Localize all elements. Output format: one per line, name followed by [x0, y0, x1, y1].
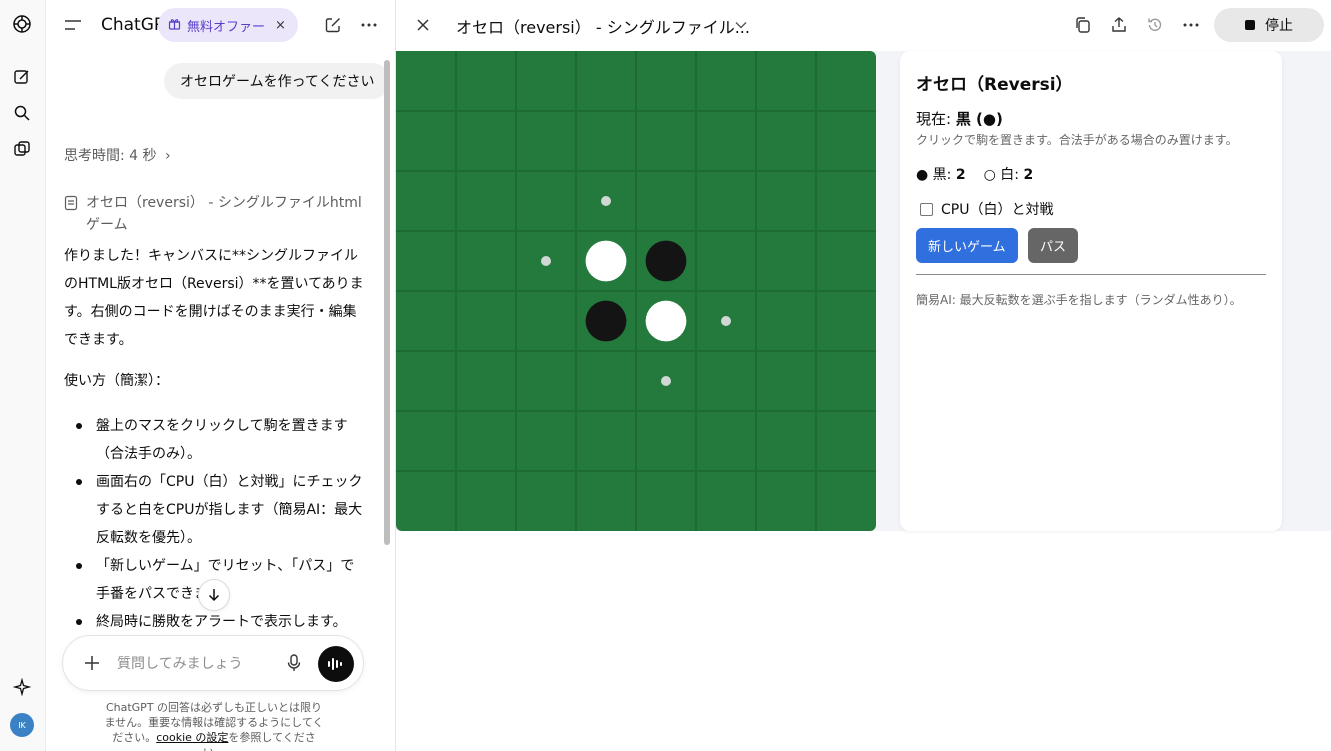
- chat-scrollbar[interactable]: [384, 60, 390, 545]
- black-score-label: ● 黒:: [916, 167, 956, 183]
- brand-title[interactable]: ChatGP: [101, 15, 164, 35]
- cpu-toggle[interactable]: CPU（白）と対戦: [920, 199, 1053, 219]
- chat-column: ChatGP 無料オファー × オセロゲームを作ってください 思考時間: 4 秒…: [46, 0, 396, 751]
- more-options-icon[interactable]: [1180, 14, 1202, 36]
- white-piece: [645, 300, 687, 342]
- icon-rail: IK: [0, 0, 46, 751]
- history-icon[interactable]: [1144, 14, 1166, 36]
- scroll-down-button[interactable]: [198, 579, 230, 611]
- close-icon[interactable]: [412, 14, 434, 36]
- thinking-time[interactable]: 思考時間: 4 秒 ›: [64, 145, 171, 165]
- arrow-down-icon: [208, 589, 220, 602]
- waveform-icon: [328, 658, 342, 670]
- offer-label: 無料オファー: [187, 19, 266, 35]
- black-piece: [585, 300, 627, 342]
- canvas-header: オセロ（reversi） - シングルファイル... 停止: [396, 0, 1331, 50]
- microphone-icon[interactable]: [283, 652, 305, 674]
- avatar[interactable]: IK: [10, 713, 34, 737]
- black-piece: [645, 240, 687, 282]
- sidebar-toggle-icon[interactable]: [62, 14, 84, 36]
- pass-button[interactable]: パス: [1028, 228, 1079, 263]
- gift-icon: [168, 17, 181, 34]
- chevron-right-icon: ›: [164, 148, 171, 164]
- search-icon[interactable]: [11, 102, 33, 124]
- compose-icon[interactable]: [322, 14, 344, 36]
- board-canvas[interactable]: [396, 51, 876, 531]
- cookie-settings-link[interactable]: cookie の設定: [156, 731, 228, 744]
- sparkle-icon[interactable]: [11, 676, 33, 698]
- chevron-down-icon[interactable]: [732, 15, 750, 35]
- library-icon[interactable]: [11, 138, 33, 160]
- more-options-icon[interactable]: [358, 14, 380, 36]
- stop-button[interactable]: 停止: [1214, 8, 1324, 42]
- canvas-reference-title: オセロ（reversi） - シングルファイルhtmlゲーム: [86, 195, 362, 233]
- divider: [916, 274, 1266, 275]
- legal-move-marker[interactable]: [661, 376, 671, 386]
- turn-label: 現在:: [916, 110, 956, 128]
- document-icon: [64, 195, 78, 236]
- free-offer-badge[interactable]: 無料オファー ×: [158, 8, 298, 42]
- game-preview: オセロ（Reversi） 現在: 黒 (●) クリックで駒を置きます。合法手があ…: [396, 51, 1331, 531]
- new-game-button[interactable]: 新しいゲーム: [916, 228, 1018, 263]
- cpu-label: CPU（白）と対戦: [941, 202, 1054, 218]
- voice-mode-button[interactable]: [318, 646, 354, 682]
- ai-note: 簡易AI: 最大反転数を選ぶ手を指します（ランダム性あり）。: [916, 293, 1242, 307]
- assistant-reply: 作りました！キャンバスに**シングルファイルのHTML版オセロ（Reversi）…: [64, 248, 364, 348]
- offer-close-icon[interactable]: ×: [275, 18, 286, 33]
- legal-move-marker[interactable]: [601, 196, 611, 206]
- legal-move-marker[interactable]: [721, 316, 731, 326]
- thinking-label: 思考時間: 4 秒: [64, 148, 157, 164]
- canvas-panel: オセロ（reversi） - シングルファイル... 停止 オセロ（Revers…: [396, 0, 1331, 751]
- score: ● 黒: 2 ○ 白: 2: [916, 164, 1033, 184]
- app-window: IK ChatGP 無料オファー × オセロゲームを作ってください 思考時間: …: [0, 0, 1331, 751]
- plus-icon[interactable]: [81, 652, 103, 674]
- white-score-value: 2: [1023, 167, 1034, 183]
- message-input[interactable]: [117, 652, 277, 676]
- canvas-reference[interactable]: オセロ（reversi） - シングルファイルhtmlゲーム: [64, 192, 369, 236]
- share-icon[interactable]: [1108, 14, 1130, 36]
- current-turn: 現在: 黒 (●): [916, 108, 1003, 129]
- stop-icon: [1245, 20, 1255, 30]
- list-item: 盤上のマスをクリックして駒を置きます（合法手のみ）。: [76, 412, 366, 468]
- canvas-title[interactable]: オセロ（reversi） - シングルファイル...: [456, 14, 750, 38]
- legal-move-marker[interactable]: [541, 256, 551, 266]
- list-item: 画面右の「CPU（白）と対戦」にチェックすると白をCPUが指します（簡易AI：最…: [76, 468, 366, 552]
- game-title: オセロ（Reversi）: [916, 75, 1073, 95]
- user-message: オセロゲームを作ってください: [164, 63, 391, 99]
- white-piece: [585, 240, 627, 282]
- cpu-checkbox[interactable]: [920, 202, 933, 216]
- list-item: 終局時に勝敗をアラートで表示します。: [76, 608, 366, 636]
- game-hint: クリックで駒を置きます。合法手がある場合のみ置けます。: [916, 133, 1238, 147]
- new-chat-icon[interactable]: [11, 66, 33, 88]
- disclaimer: ChatGPT の回答は必ずしも正しいとは限りません。重要な情報は確認するように…: [104, 700, 324, 751]
- black-score-value: 2: [955, 167, 966, 183]
- stop-label: 停止: [1265, 18, 1293, 34]
- black-score: ● 黒: 2: [916, 164, 966, 184]
- turn-value: 黒 (●): [955, 110, 1003, 128]
- chat-header: ChatGP 無料オファー ×: [46, 0, 395, 50]
- howto-title: 使い方（簡潔）：: [64, 373, 169, 389]
- copy-icon[interactable]: [1072, 14, 1094, 36]
- white-score: ○ 白: 2: [984, 164, 1034, 184]
- openai-logo-icon[interactable]: [11, 13, 33, 35]
- white-score-label: ○ 白:: [983, 167, 1024, 183]
- game-info-panel: オセロ（Reversi） 現在: 黒 (●) クリックで駒を置きます。合法手があ…: [900, 51, 1282, 531]
- othello-board[interactable]: [396, 51, 876, 531]
- composer: [62, 635, 364, 691]
